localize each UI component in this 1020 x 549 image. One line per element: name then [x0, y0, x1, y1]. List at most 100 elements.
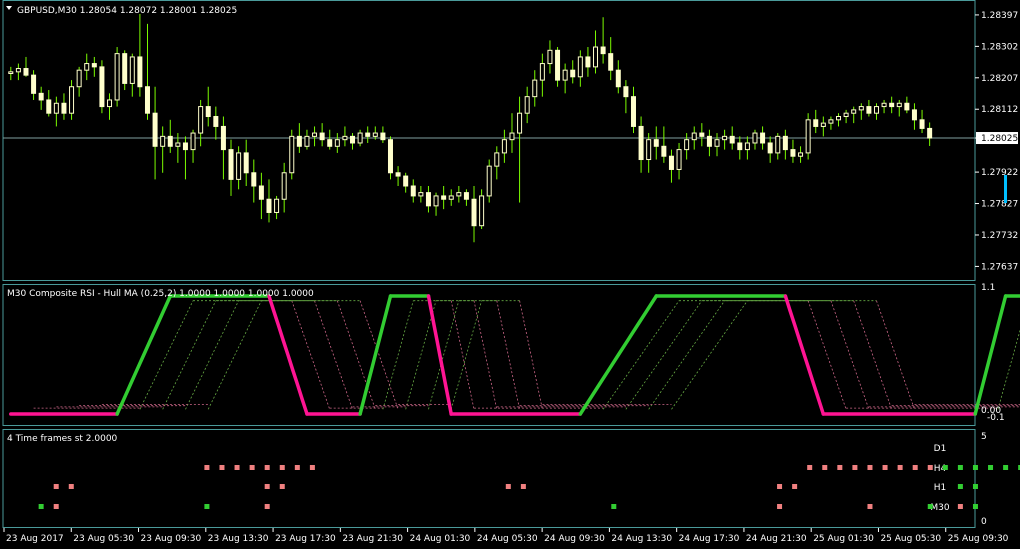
- candle-body: [570, 69, 576, 78]
- rsi-main-line: [973, 294, 1008, 416]
- timeframe-cell-m30: [927, 504, 933, 509]
- rsi-trailing-line: [830, 300, 870, 410]
- candle-body: [365, 132, 371, 137]
- candle-body: [706, 135, 712, 147]
- candle-body: [380, 132, 386, 141]
- timeframe-row-label: D1: [934, 444, 947, 454]
- timeframe-cell-h1: [777, 484, 783, 489]
- rsi-trailing-line: [336, 300, 376, 410]
- candle-body: [494, 152, 500, 167]
- time-tick-label: 23 Aug 09:30: [141, 534, 202, 544]
- candle-body: [84, 63, 90, 71]
- rsi-main-line: [267, 294, 309, 416]
- timeframe-cell-h4: [867, 465, 873, 470]
- timeframe-cell-h4: [204, 465, 210, 470]
- candle-body: [8, 71, 14, 74]
- candle-body: [228, 149, 234, 180]
- trading-chart[interactable]: 1.28397 1.28302 1.28207 1.28112 1.28025 1.279…: [0, 0, 1020, 549]
- candle-body: [236, 152, 242, 180]
- rsi-trailing-line: [671, 300, 748, 410]
- candle-body: [23, 68, 29, 76]
- candle-body: [615, 69, 621, 88]
- candle-body: [790, 149, 796, 157]
- candle-body: [114, 53, 120, 101]
- candle-body: [858, 106, 864, 111]
- candle-body: [919, 119, 925, 129]
- candle-body: [152, 112, 158, 147]
- candle-body: [820, 122, 826, 127]
- candle-body: [805, 119, 811, 154]
- candle-body: [760, 132, 766, 144]
- timeframe-cell-h1: [957, 484, 963, 489]
- candle-body: [486, 165, 492, 197]
- price-tick-label: 1.28397: [981, 11, 1018, 21]
- candle-body: [387, 139, 393, 174]
- rsi-trailing-line: [807, 300, 847, 410]
- candle-body: [782, 135, 788, 151]
- candle-body: [509, 132, 515, 141]
- time-tick-label: 25 Aug 05:30: [880, 534, 941, 544]
- timeframe-cell-h1: [279, 484, 285, 489]
- rsi-main-line: [578, 294, 659, 416]
- candle-body: [274, 198, 280, 213]
- timeframe-cell-h1: [68, 484, 74, 489]
- candle-body: [608, 53, 614, 71]
- candle-body: [61, 102, 67, 114]
- candle-body: [129, 56, 135, 84]
- price-tick-label: 1.28112: [981, 105, 1018, 115]
- candle-body: [456, 192, 462, 197]
- timeframe-cell-h4: [897, 465, 903, 470]
- time-tick-label: 25 Aug 01:30: [813, 534, 874, 544]
- candle-body: [562, 69, 568, 81]
- candle-body: [577, 56, 583, 78]
- candle-body: [76, 69, 82, 88]
- candle-body: [828, 119, 834, 124]
- timeframe-cell-m30: [777, 504, 783, 509]
- main-chart-title: GBPUSD,M30 1.28054 1.28072 1.28001 1.280…: [17, 6, 237, 16]
- candle-body: [661, 145, 667, 157]
- rsi-trailing-line: [496, 300, 520, 410]
- timeframe-cell-h4: [927, 465, 933, 470]
- timeframe-cell-m30: [972, 504, 978, 509]
- candle-body: [744, 142, 750, 151]
- price-tick-label: 1.27637: [981, 262, 1018, 272]
- candle-body: [258, 185, 264, 200]
- timeframe-cell-m30: [957, 504, 963, 509]
- candle-body: [927, 127, 933, 139]
- timeframe-cell-h4: [294, 465, 300, 470]
- candle-body: [630, 96, 636, 127]
- chart-scroll-marker[interactable]: [1004, 175, 1007, 203]
- rsi-trailing-line: [139, 300, 194, 410]
- timeframe-cell-h1: [792, 484, 798, 489]
- rsi-tick-label: -0.1: [987, 413, 1005, 423]
- candle-body: [15, 68, 21, 73]
- time-tick-label: 23 Aug 13:30: [208, 534, 269, 544]
- rsi-panel-title: M30 Composite RSI - Hull MA (0.25,2) 1.0…: [7, 289, 314, 299]
- candle-body: [433, 195, 439, 207]
- timeframe-cell-m30: [611, 504, 617, 509]
- timeframe-cell-h1: [972, 484, 978, 489]
- timeframe-cell-h4: [942, 465, 948, 470]
- candle-body: [714, 139, 720, 147]
- timeframe-cell-h4: [1003, 465, 1009, 470]
- rsi-trailing-line: [473, 300, 498, 410]
- timeframe-cell-h4: [309, 465, 315, 470]
- candle-body: [38, 92, 44, 101]
- timeframe-cell-h4: [249, 465, 255, 470]
- candle-body: [843, 112, 849, 118]
- rsi-trailing-line: [291, 300, 331, 410]
- time-tick-label: 24 Aug 01:30: [410, 534, 471, 544]
- candle-body: [684, 139, 690, 151]
- candle-body: [479, 195, 485, 227]
- candle-body: [471, 198, 477, 227]
- candle-body: [555, 49, 561, 81]
- candle-body: [896, 102, 902, 108]
- candle-body: [752, 132, 758, 144]
- time-tick-label: 23 Aug 21:30: [342, 534, 403, 544]
- timeframe-cell-h4: [988, 465, 994, 470]
- dropdown-triangle-icon[interactable]: [6, 6, 12, 10]
- rsi-trailing-line: [876, 300, 915, 410]
- candle-body: [623, 86, 629, 98]
- candle-body: [524, 96, 530, 114]
- candle-body: [889, 102, 895, 108]
